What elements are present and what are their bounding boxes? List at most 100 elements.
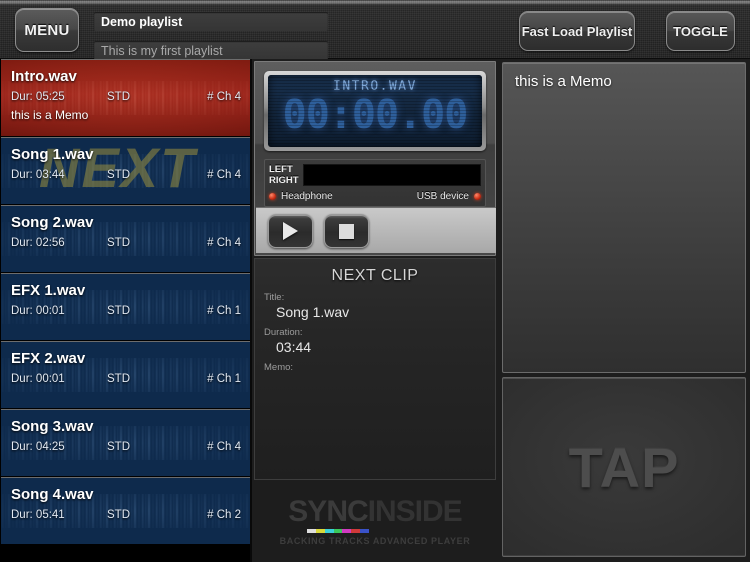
playlist-item-duration: Dur: 00:01 — [11, 305, 65, 317]
meter-left-label: LEFT — [269, 164, 293, 175]
playlist-item-duration: Dur: 03:44 — [11, 169, 65, 181]
playlist-item-format: STD — [107, 237, 130, 249]
level-meter-bars — [303, 164, 481, 186]
brand-color-bars-icon — [307, 529, 370, 533]
toggle-button-label: TOGGLE — [673, 23, 728, 39]
playlist-item-format: STD — [107, 169, 130, 181]
playlist-item-channels: # Ch 1 — [207, 305, 241, 317]
playlist-item-meta: Dur: 04:25 STD # Ch 4 — [1, 441, 250, 453]
brand-color-bar-segment — [307, 529, 316, 533]
next-clip-title-label: Title: — [264, 292, 285, 303]
right-panel: this is a Memo TAP — [498, 59, 750, 562]
playlist-item-channels: # Ch 2 — [207, 509, 241, 521]
playlist-item-meta: Dur: 05:41 STD # Ch 2 — [1, 509, 250, 521]
playlist-item-name: EFX 2.wav — [11, 350, 86, 367]
next-clip-title-value: Song 1.wav — [276, 304, 350, 320]
brand-name-part2: INSIDE — [367, 495, 463, 528]
toggle-button[interactable]: TOGGLE — [666, 11, 735, 51]
next-clip-memo-value — [255, 373, 495, 374]
memo-text: this is a Memo — [515, 73, 612, 90]
playlist-title-field[interactable]: Demo playlist — [94, 12, 328, 31]
playlist-item-channels: # Ch 4 — [207, 91, 241, 103]
playlist-item-format: STD — [107, 305, 130, 317]
playlist-item-meta: Dur: 03:44 STD # Ch 4 — [1, 169, 250, 181]
playlist-panel[interactable]: Intro.wav Dur: 05:25 STD # Ch 4 this is a Me… — [0, 59, 252, 562]
playlist-item-format: STD — [107, 91, 130, 103]
transport-bar — [256, 207, 496, 253]
brand-color-bar-segment — [351, 529, 361, 533]
player-panel: INTRO.WAV 00:00.00 LEFT RIGHT Headphone — [252, 59, 498, 562]
playlist-item[interactable]: NEXT Song 1.wav Dur: 03:44 STD # Ch 4 — [1, 137, 250, 205]
menu-button-label: MENU — [24, 21, 70, 39]
playlist-item-duration: Dur: 02:56 — [11, 237, 65, 249]
playlist-item-channels: # Ch 4 — [207, 441, 241, 453]
playlist-item-duration: Dur: 05:41 — [11, 509, 65, 521]
playlist-item-duration: Dur: 00:01 — [11, 373, 65, 385]
brand-wordmark: SYNC INSIDE — [288, 495, 463, 528]
brand-logo-inner: SYNC INSIDE BACKING TRACKS ADVANCED PLAY… — [279, 495, 471, 547]
menu-button[interactable]: MENU — [15, 8, 79, 52]
next-clip-duration-value: 03:44 — [276, 339, 312, 355]
playlist-item-meta: Dur: 02:56 STD # Ch 4 — [1, 237, 250, 249]
app-root: MENU Demo playlist This is my first play… — [0, 0, 750, 562]
playlist-item-channels: # Ch 1 — [207, 373, 241, 385]
playlist-item-format: STD — [107, 373, 130, 385]
brand-color-bar-segment — [342, 529, 352, 533]
play-icon — [283, 222, 298, 240]
playlist-item-duration: Dur: 04:25 — [11, 441, 65, 453]
lcd-timecode: 00:00.00 — [282, 92, 469, 138]
playlist-item-name: Song 3.wav — [11, 418, 94, 435]
stop-button[interactable] — [324, 214, 369, 248]
meter-right-label: RIGHT — [269, 175, 299, 186]
level-meter-labels: LEFT RIGHT — [269, 164, 303, 186]
playlist-item-name: Intro.wav — [11, 68, 77, 85]
stop-icon — [339, 223, 354, 239]
playlist-item-memo: this is a Memo — [11, 108, 89, 122]
fast-load-playlist-button[interactable]: Fast Load Playlist — [519, 11, 635, 51]
headphone-status: Headphone — [269, 191, 333, 202]
memo-editor[interactable]: this is a Memo — [502, 62, 746, 373]
playlist-item[interactable]: EFX 2.wav Dur: 00:01 STD # Ch 1 — [1, 341, 250, 409]
headphone-label: Headphone — [281, 190, 333, 202]
usb-led-icon — [474, 192, 481, 200]
playlist-item-name: EFX 1.wav — [11, 282, 86, 299]
lcd-bezel: INTRO.WAV 00:00.00 — [264, 71, 486, 151]
playlist-item-name: Song 2.wav — [11, 214, 94, 231]
tap-button-label: TAP — [568, 435, 680, 499]
playlist-item-channels: # Ch 4 — [207, 237, 241, 249]
playlist-item[interactable]: Intro.wav Dur: 05:25 STD # Ch 4 this is a Me… — [1, 59, 250, 137]
tap-button[interactable]: TAP — [502, 377, 746, 557]
playlist-title-text: Demo playlist — [101, 14, 183, 29]
playlist-item-meta: Dur: 05:25 STD # Ch 4 — [1, 91, 250, 103]
playlist-subtitle-text: This is my first playlist — [101, 43, 223, 58]
usb-status: USB device — [417, 191, 481, 202]
playlist-item[interactable]: Song 2.wav Dur: 02:56 STD # Ch 4 — [1, 205, 250, 273]
playlist-item[interactable]: Song 4.wav Dur: 05:41 STD # Ch 2 — [1, 477, 250, 545]
playlist-item-duration: Dur: 05:25 — [11, 91, 65, 103]
top-toolbar: MENU Demo playlist This is my first play… — [0, 0, 750, 60]
lcd-display: INTRO.WAV 00:00.00 — [268, 75, 482, 147]
output-status-row: Headphone USB device — [269, 189, 481, 203]
playlist-item-meta: Dur: 00:01 STD # Ch 1 — [1, 305, 250, 317]
play-button[interactable] — [268, 214, 313, 248]
playlist-item-meta: Dur: 00:01 STD # Ch 1 — [1, 373, 250, 385]
brand-color-bar-segment — [333, 529, 343, 533]
usb-label: USB device — [416, 190, 469, 202]
playlist-item-name: Song 4.wav — [11, 486, 94, 503]
playlist-item-name: Song 1.wav — [11, 146, 94, 163]
playlist-item-channels: # Ch 4 — [207, 169, 241, 181]
playlist-item[interactable]: EFX 1.wav Dur: 00:01 STD # Ch 1 — [1, 273, 250, 341]
playlist-subtitle-field[interactable]: This is my first playlist — [94, 41, 328, 60]
brand-color-bar-segment — [315, 529, 325, 533]
fast-load-playlist-label: Fast Load Playlist — [521, 23, 633, 39]
brand-tagline: BACKING TRACKS ADVANCED PLAYER — [279, 536, 471, 546]
brand-name-part1: SYNC — [288, 495, 368, 528]
next-clip-heading: NEXT CLIP — [331, 267, 419, 284]
next-clip-panel: NEXT CLIP Title: Song 1.wav Duration: 03… — [254, 258, 496, 480]
playlist-item[interactable]: Song 3.wav Dur: 04:25 STD # Ch 4 — [1, 409, 250, 477]
brand-color-bar-segment — [324, 529, 334, 533]
brand-color-bar-segment — [360, 529, 370, 533]
brand-logo: SYNC INSIDE BACKING TRACKS ADVANCED PLAY… — [254, 483, 496, 560]
next-clip-memo-label: Memo: — [264, 362, 294, 373]
player-deck: INTRO.WAV 00:00.00 LEFT RIGHT Headphone — [254, 61, 496, 256]
